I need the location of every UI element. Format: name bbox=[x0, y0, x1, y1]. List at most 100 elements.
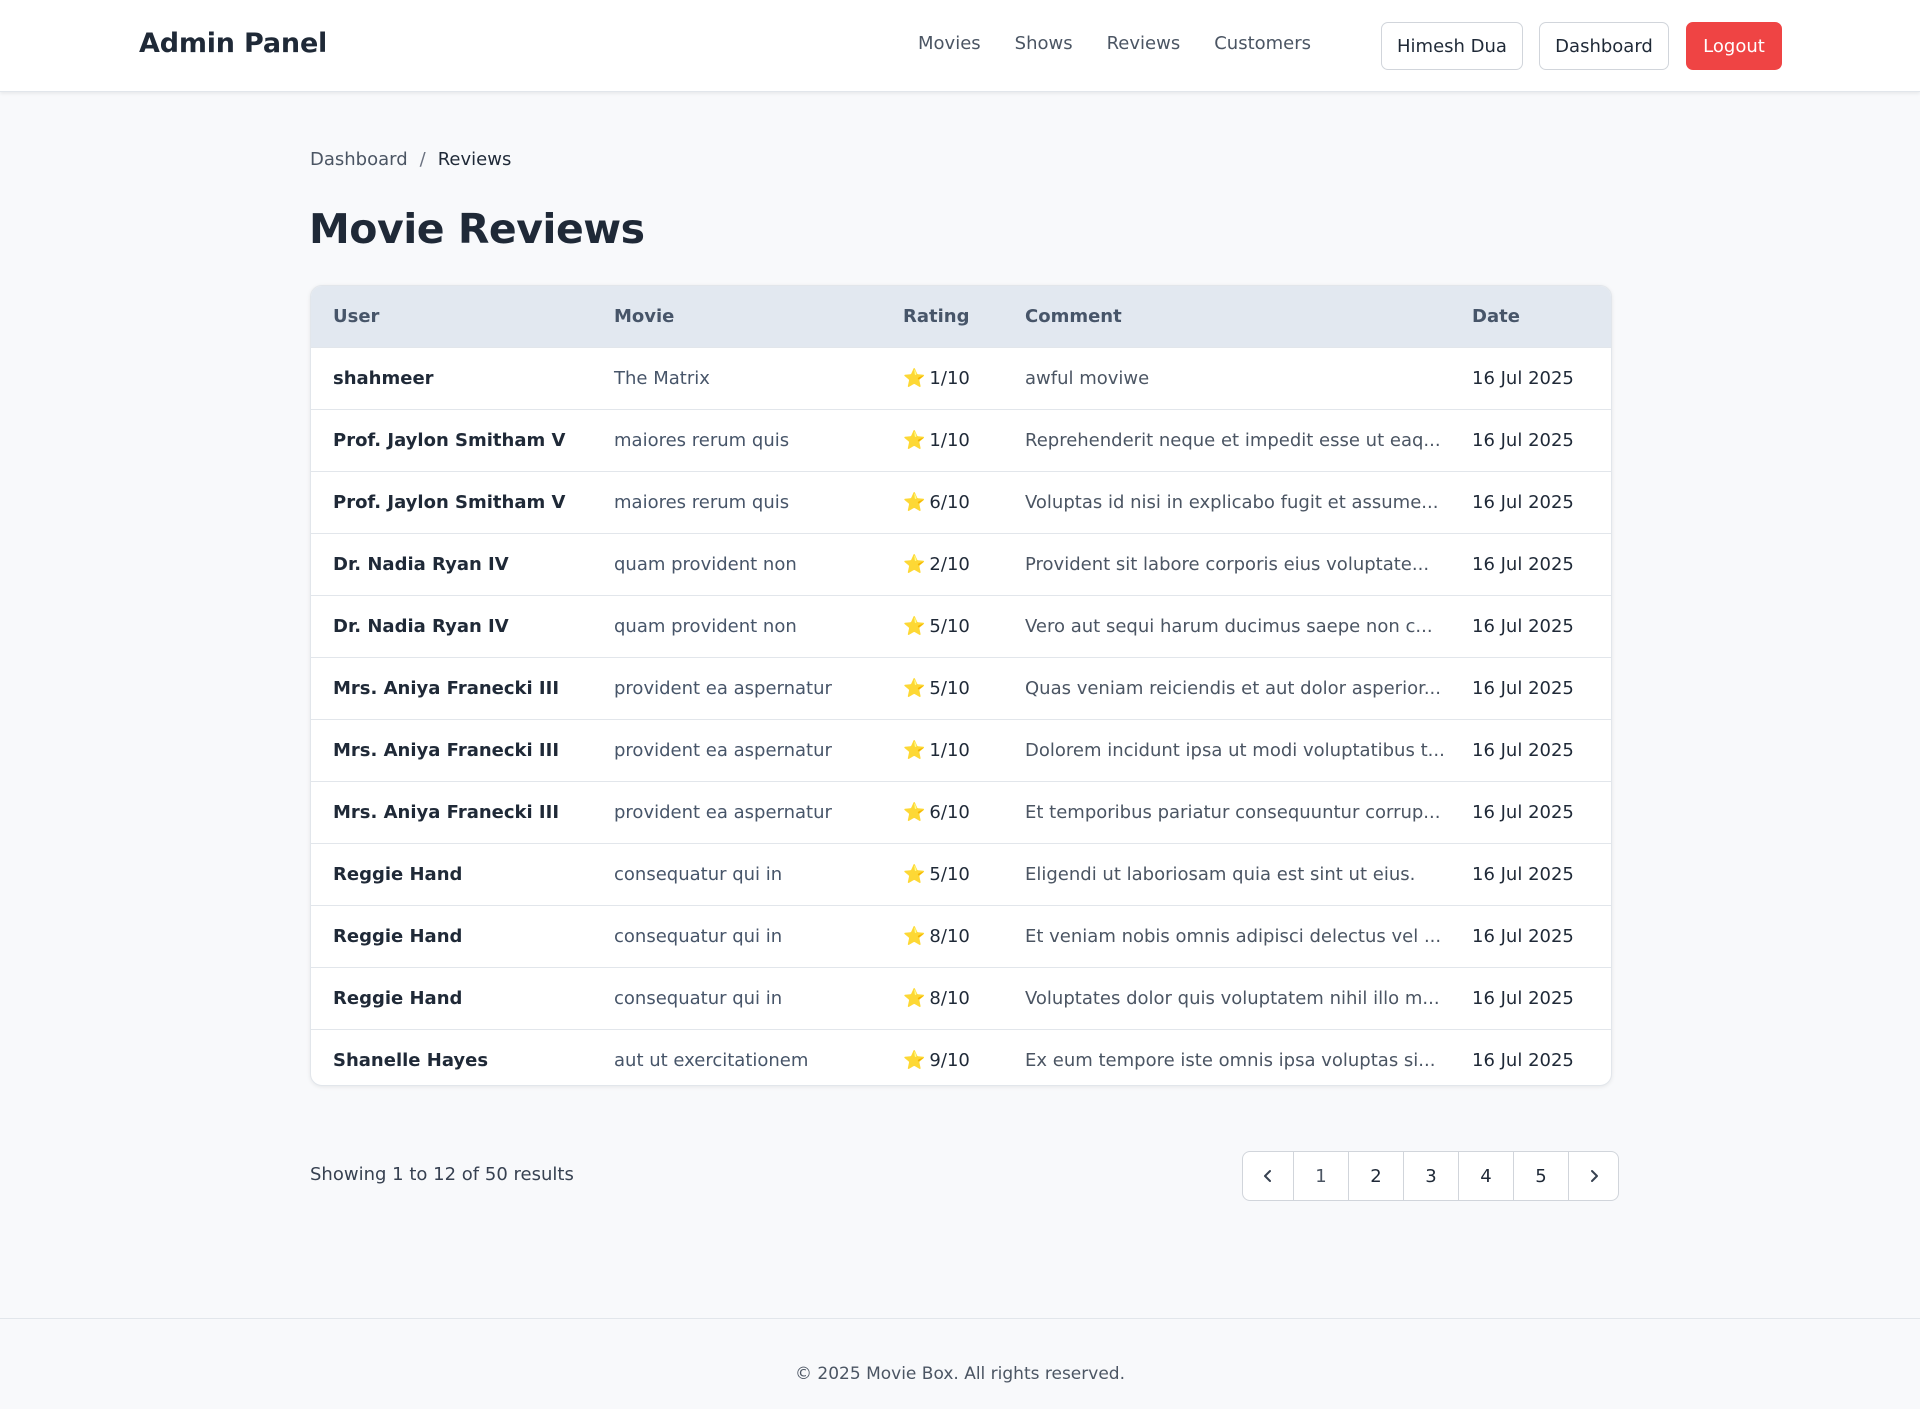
star-icon: ⭐ bbox=[903, 1049, 926, 1071]
cell-date: 16 Jul 2025 bbox=[1472, 1049, 1574, 1071]
rating-value: 6/10 bbox=[929, 801, 970, 823]
results-from: 1 bbox=[392, 1164, 404, 1185]
breadcrumb-dashboard-link[interactable]: Dashboard bbox=[310, 149, 408, 170]
reviews-table: User Movie Rating Comment Date shahmeer T… bbox=[311, 286, 1611, 1085]
cell-user: Mrs. Aniya Franecki III bbox=[333, 739, 560, 761]
rating-value: 8/10 bbox=[929, 987, 970, 1009]
chevron-left-icon bbox=[1261, 1164, 1275, 1189]
cell-user: shahmeer bbox=[333, 367, 434, 389]
cell-movie: consequatur qui in bbox=[614, 925, 783, 947]
table-row[interactable]: Dr. Nadia Ryan IV quam provident non ⭐ 2/10… bbox=[311, 533, 1611, 595]
cell-date: 16 Jul 2025 bbox=[1472, 615, 1574, 637]
table-row[interactable]: Mrs. Aniya Franecki III provident ea aspe… bbox=[311, 657, 1611, 719]
cell-comment: Dolorem incidunt ipsa ut modi voluptatib… bbox=[1025, 739, 1445, 761]
dashboard-button[interactable]: Dashboard bbox=[1539, 22, 1669, 70]
table-body: shahmeer The Matrix ⭐ 1/10 awful moviwe 16 Ju… bbox=[311, 347, 1611, 1085]
star-icon: ⭐ bbox=[903, 429, 926, 451]
cell-date: 16 Jul 2025 bbox=[1472, 553, 1574, 575]
results-to-word: to bbox=[409, 1164, 428, 1185]
breadcrumb-separator: / bbox=[419, 149, 426, 170]
star-icon: ⭐ bbox=[903, 925, 926, 947]
chevron-right-icon bbox=[1587, 1164, 1601, 1189]
results-suffix: results bbox=[513, 1164, 574, 1185]
cell-date: 16 Jul 2025 bbox=[1472, 801, 1574, 823]
nav-shows[interactable]: Shows bbox=[1015, 33, 1073, 54]
cell-date: 16 Jul 2025 bbox=[1472, 739, 1574, 761]
results-to: 12 bbox=[433, 1164, 457, 1185]
cell-rating: ⭐ 5/10 bbox=[881, 843, 1003, 905]
cell-date: 16 Jul 2025 bbox=[1472, 987, 1574, 1009]
cell-comment: awful moviwe bbox=[1025, 367, 1150, 389]
table-row[interactable]: Mrs. Aniya Franecki III provident ea aspe… bbox=[311, 719, 1611, 781]
cell-comment: Eligendi ut laboriosam quia est sint ut … bbox=[1025, 863, 1416, 885]
logout-button[interactable]: Logout bbox=[1686, 22, 1782, 70]
cell-movie: consequatur qui in bbox=[614, 987, 783, 1009]
pagination-prev-button[interactable] bbox=[1243, 1152, 1293, 1200]
cell-movie: quam provident non bbox=[614, 615, 797, 637]
cell-movie: provident ea aspernatur bbox=[614, 739, 832, 761]
table-row[interactable]: Reggie Hand consequatur qui in ⭐ 8/10 Et ven… bbox=[311, 905, 1611, 967]
breadcrumb-current: Reviews bbox=[437, 149, 512, 170]
pagination-page-1[interactable]: 1 bbox=[1293, 1152, 1348, 1200]
pagination-page-3[interactable]: 3 bbox=[1403, 1152, 1458, 1200]
breadcrumb: Dashboard / Reviews bbox=[310, 149, 511, 170]
table-row[interactable]: Mrs. Aniya Franecki III provident ea aspe… bbox=[311, 781, 1611, 843]
rating-value: 8/10 bbox=[929, 925, 970, 947]
cell-comment: Voluptates dolor quis voluptatem nihil i… bbox=[1025, 987, 1440, 1009]
table-row[interactable]: Reggie Hand consequatur qui in ⭐ 8/10 Volupt… bbox=[311, 967, 1611, 1029]
pagination-page-2[interactable]: 2 bbox=[1348, 1152, 1403, 1200]
user-button[interactable]: Himesh Dua bbox=[1381, 22, 1523, 70]
cell-date: 16 Jul 2025 bbox=[1472, 367, 1574, 389]
nav-movies[interactable]: Movies bbox=[918, 33, 981, 54]
page-title: Movie Reviews bbox=[309, 205, 645, 253]
footer-copyright: © 2025 Movie Box. All rights reserved. bbox=[795, 1364, 1125, 1384]
star-icon: ⭐ bbox=[903, 553, 926, 575]
cell-rating: ⭐ 6/10 bbox=[881, 781, 1003, 843]
cell-comment: Vero aut sequi harum ducimus saepe non c… bbox=[1025, 615, 1433, 637]
results-of-word: of bbox=[461, 1164, 480, 1185]
star-icon: ⭐ bbox=[903, 615, 926, 637]
rating-value: 5/10 bbox=[929, 863, 970, 885]
rating-value: 1/10 bbox=[929, 739, 970, 761]
cell-user: Dr. Nadia Ryan IV bbox=[333, 615, 509, 637]
cell-date: 16 Jul 2025 bbox=[1472, 925, 1574, 947]
brand-title[interactable]: Admin Panel bbox=[139, 28, 327, 59]
cell-user: Reggie Hand bbox=[333, 925, 463, 947]
table-row[interactable]: Dr. Nadia Ryan IV quam provident non ⭐ 5/10… bbox=[311, 595, 1611, 657]
pagination-page-4[interactable]: 4 bbox=[1458, 1152, 1513, 1200]
table-row[interactable]: Reggie Hand consequatur qui in ⭐ 5/10 Eligen… bbox=[311, 843, 1611, 905]
cell-rating: ⭐ 1/10 bbox=[881, 409, 1003, 471]
results-total: 50 bbox=[484, 1164, 508, 1185]
cell-comment: Et veniam nobis omnis adipisci delectus … bbox=[1025, 925, 1442, 947]
table-row[interactable]: shahmeer The Matrix ⭐ 1/10 awful moviwe 16 Ju… bbox=[311, 347, 1611, 409]
column-header-movie: Movie bbox=[614, 305, 675, 327]
cell-user: Reggie Hand bbox=[333, 863, 463, 885]
rating-value: 5/10 bbox=[929, 615, 970, 637]
cell-rating: ⭐ 1/10 bbox=[881, 347, 1003, 409]
nav-customers[interactable]: Customers bbox=[1214, 33, 1311, 54]
pagination-next-button[interactable] bbox=[1568, 1152, 1618, 1200]
rating-value: 6/10 bbox=[929, 491, 970, 513]
cell-date: 16 Jul 2025 bbox=[1472, 491, 1574, 513]
table-row[interactable]: Shanelle Hayes aut ut exercitationem ⭐ 9/10… bbox=[311, 1029, 1611, 1085]
nav-reviews[interactable]: Reviews bbox=[1107, 33, 1181, 54]
cell-rating: ⭐ 5/10 bbox=[881, 657, 1003, 719]
cell-comment: Provident sit labore corporis eius volup… bbox=[1025, 553, 1430, 575]
cell-date: 16 Jul 2025 bbox=[1472, 863, 1574, 885]
cell-movie: aut ut exercitationem bbox=[614, 1049, 809, 1071]
results-prefix: Showing bbox=[310, 1164, 387, 1185]
cell-movie: maiores rerum quis bbox=[614, 429, 790, 451]
top-navbar: Admin Panel Movies Shows Reviews Custome… bbox=[0, 0, 1920, 92]
table-header-row: User Movie Rating Comment Date bbox=[311, 286, 1611, 347]
cell-user: Prof. Jaylon Smitham V bbox=[333, 429, 566, 451]
cell-user: Mrs. Aniya Franecki III bbox=[333, 801, 560, 823]
cell-rating: ⭐ 2/10 bbox=[881, 533, 1003, 595]
table-row[interactable]: Prof. Jaylon Smitham V maiores rerum quis… bbox=[311, 409, 1611, 471]
reviews-table-card: User Movie Rating Comment Date shahmeer T… bbox=[310, 285, 1612, 1086]
column-header-comment: Comment bbox=[1025, 305, 1122, 327]
main-nav: Movies Shows Reviews Customers bbox=[918, 33, 1345, 54]
cell-comment: Quas veniam reiciendis et aut dolor aspe… bbox=[1025, 677, 1441, 699]
table-row[interactable]: Prof. Jaylon Smitham V maiores rerum quis… bbox=[311, 471, 1611, 533]
pagination-page-5[interactable]: 5 bbox=[1513, 1152, 1568, 1200]
rating-value: 1/10 bbox=[929, 429, 970, 451]
